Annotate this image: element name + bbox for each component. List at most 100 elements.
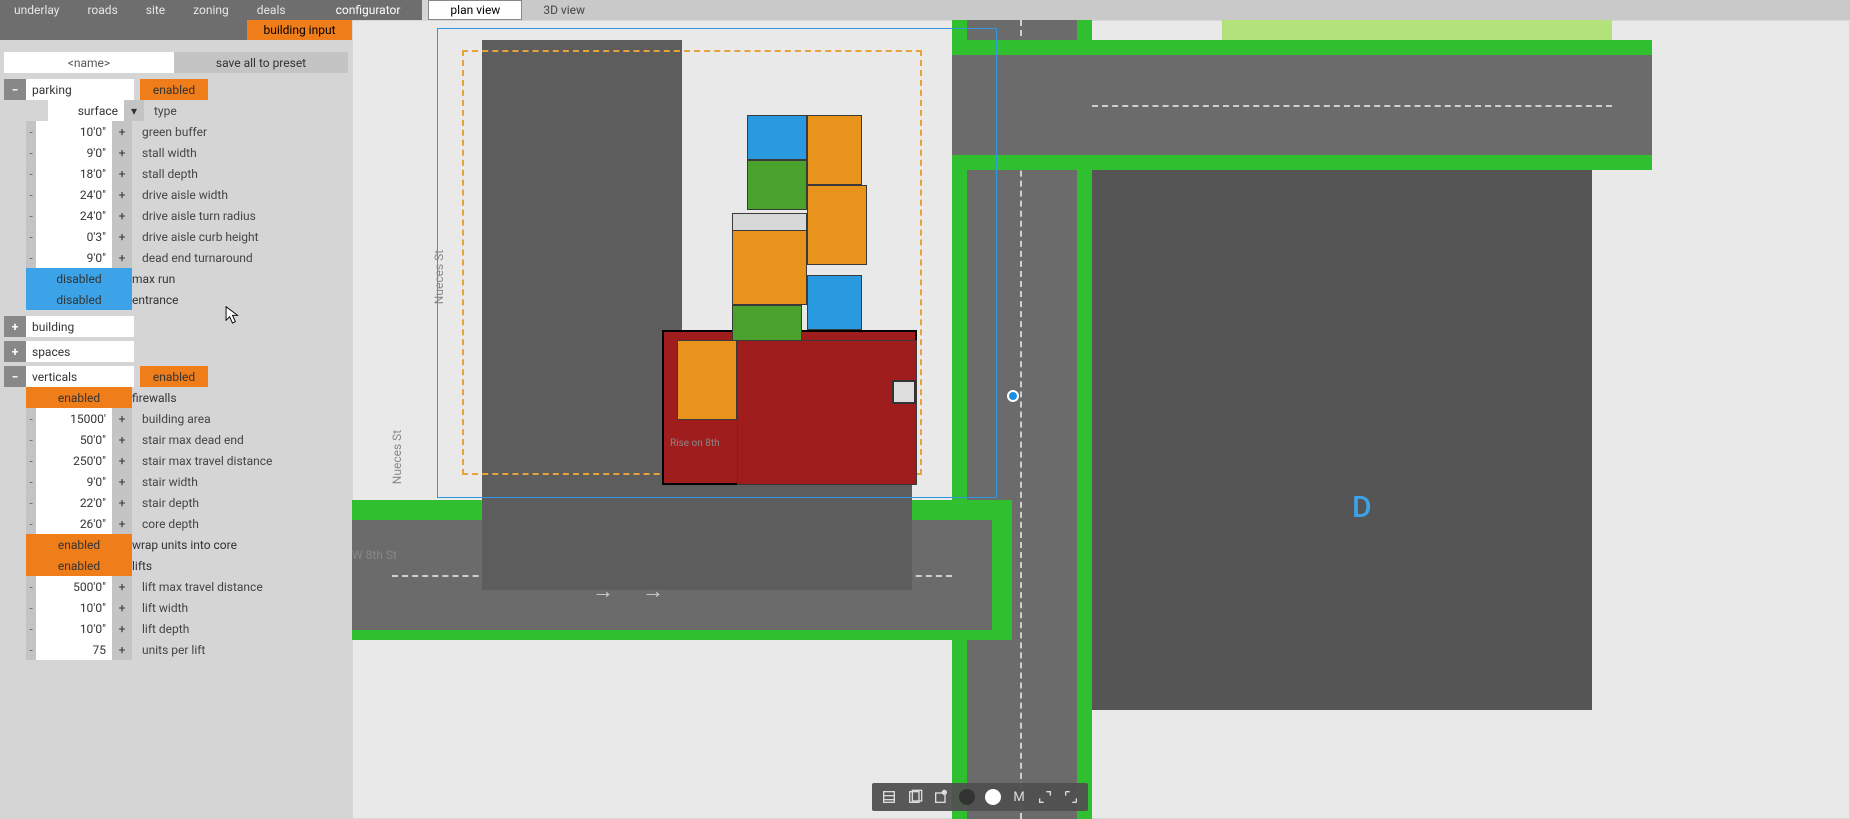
increment-button[interactable]: + xyxy=(112,121,132,142)
flag-toggle[interactable]: disabled xyxy=(26,268,132,289)
increment-button[interactable]: + xyxy=(112,429,132,450)
decrement-button[interactable]: - xyxy=(26,450,36,471)
edit-handle[interactable] xyxy=(1007,390,1019,402)
expand-spaces[interactable]: + xyxy=(4,341,26,362)
increment-button[interactable]: + xyxy=(112,639,132,660)
prop-label: stair max travel distance xyxy=(132,450,282,471)
decrement-button[interactable]: - xyxy=(26,226,36,247)
section-spaces-title: spaces xyxy=(26,341,134,362)
increment-button[interactable]: + xyxy=(112,408,132,429)
increment-button[interactable]: + xyxy=(112,205,132,226)
increment-button[interactable]: + xyxy=(112,163,132,184)
prop-value[interactable]: 50'0" xyxy=(36,429,112,450)
decrement-button[interactable]: - xyxy=(26,513,36,534)
prop-label: building area xyxy=(132,408,221,429)
parking-state-toggle[interactable]: enabled xyxy=(140,79,208,100)
mouse-cursor xyxy=(225,306,240,326)
decrement-button[interactable]: - xyxy=(26,408,36,429)
firewalls-toggle[interactable]: enabled xyxy=(26,387,132,408)
prop-value[interactable]: 15000' xyxy=(36,408,112,429)
sheet2-icon[interactable] xyxy=(930,786,952,808)
increment-button[interactable]: + xyxy=(112,184,132,205)
prop-value[interactable]: 9'0" xyxy=(36,471,112,492)
tab-deals[interactable]: deals xyxy=(243,0,300,20)
prop-value[interactable]: 26'0" xyxy=(36,513,112,534)
flag-toggle[interactable]: disabled xyxy=(26,289,132,310)
parking-type-select[interactable]: surface xyxy=(48,100,124,121)
view-plan[interactable]: plan view xyxy=(428,0,522,20)
prop-label: dead end turnaround xyxy=(132,247,263,268)
increment-button[interactable]: + xyxy=(112,471,132,492)
flag-label: max run xyxy=(132,268,175,289)
firewalls-label: firewalls xyxy=(132,387,177,408)
fullscreen-icon[interactable] xyxy=(1060,786,1082,808)
prop-label: stair width xyxy=(132,471,208,492)
dot-dark-icon[interactable] xyxy=(956,786,978,808)
decrement-button[interactable]: - xyxy=(26,618,36,639)
prop-value[interactable]: 0'3" xyxy=(36,226,112,247)
left-panel: <name> save all to preset − parking enab… xyxy=(0,40,352,819)
decrement-button[interactable]: - xyxy=(26,142,36,163)
increment-button[interactable]: + xyxy=(112,450,132,471)
decrement-button[interactable]: - xyxy=(26,492,36,513)
increment-button[interactable]: + xyxy=(112,226,132,247)
layers-icon[interactable] xyxy=(878,786,900,808)
prop-value[interactable]: 9'0" xyxy=(36,247,112,268)
expand-building[interactable]: + xyxy=(4,316,26,337)
increment-button[interactable]: + xyxy=(112,576,132,597)
collapse-parking[interactable]: − xyxy=(4,79,26,100)
increment-button[interactable]: + xyxy=(112,142,132,163)
sheet1-icon[interactable] xyxy=(904,786,926,808)
decrement-button[interactable]: - xyxy=(26,121,36,142)
collapse-verticals[interactable]: − xyxy=(4,366,26,387)
dropdown-caret-icon[interactable]: ▾ xyxy=(124,100,144,121)
tab-configurator[interactable]: configurator xyxy=(314,0,423,20)
label-rise: Rise on 8th xyxy=(670,438,720,449)
preset-name-input[interactable]: <name> xyxy=(4,52,174,73)
prop-label: lift max travel distance xyxy=(132,576,273,597)
decrement-button[interactable]: - xyxy=(26,576,36,597)
section-building-title: building xyxy=(26,316,134,337)
tab-roads[interactable]: roads xyxy=(73,0,131,20)
prop-value[interactable]: 250'0" xyxy=(36,450,112,471)
tab-zoning[interactable]: zoning xyxy=(179,0,243,20)
prop-label: stair max dead end xyxy=(132,429,254,450)
increment-button[interactable]: + xyxy=(112,597,132,618)
decrement-button[interactable]: - xyxy=(26,247,36,268)
tab-site[interactable]: site xyxy=(132,0,179,20)
decrement-button[interactable]: - xyxy=(26,471,36,492)
decrement-button[interactable]: - xyxy=(26,597,36,618)
prop-value[interactable]: 10'0" xyxy=(36,618,112,639)
plan-canvas[interactable]: → → ← D Nueces St Nueces St xyxy=(352,20,1850,819)
canvas-toolbar: M xyxy=(872,783,1088,811)
save-preset-button[interactable]: save all to preset xyxy=(174,52,348,73)
tab-building-input[interactable]: building input xyxy=(247,20,352,40)
increment-button[interactable]: + xyxy=(112,492,132,513)
prop-value[interactable]: 18'0" xyxy=(36,163,112,184)
tab-underlay[interactable]: underlay xyxy=(0,0,73,20)
verticals-state-toggle[interactable]: enabled xyxy=(140,366,208,387)
decrement-button[interactable]: - xyxy=(26,639,36,660)
increment-button[interactable]: + xyxy=(112,513,132,534)
prop-value[interactable]: 75 xyxy=(36,639,112,660)
prop-value[interactable]: 10'0" xyxy=(36,597,112,618)
view-3d[interactable]: 3D view xyxy=(522,0,606,20)
increment-button[interactable]: + xyxy=(112,247,132,268)
dot-light-icon[interactable] xyxy=(982,786,1004,808)
fit-icon[interactable] xyxy=(1034,786,1056,808)
decrement-button[interactable]: - xyxy=(26,163,36,184)
flag-toggle[interactable]: enabled xyxy=(26,534,132,555)
prop-value[interactable]: 22'0" xyxy=(36,492,112,513)
decrement-button[interactable]: - xyxy=(26,184,36,205)
prop-value[interactable]: 24'0" xyxy=(36,205,112,226)
flag-toggle[interactable]: enabled xyxy=(26,555,132,576)
prop-value[interactable]: 9'0" xyxy=(36,142,112,163)
mode-m-button[interactable]: M xyxy=(1008,786,1030,808)
prop-value[interactable]: 10'0" xyxy=(36,121,112,142)
prop-value[interactable]: 24'0" xyxy=(36,184,112,205)
decrement-button[interactable]: - xyxy=(26,205,36,226)
increment-button[interactable]: + xyxy=(112,618,132,639)
prop-value[interactable]: 500'0" xyxy=(36,576,112,597)
floor-letter: D xyxy=(1352,490,1372,525)
decrement-button[interactable]: - xyxy=(26,429,36,450)
